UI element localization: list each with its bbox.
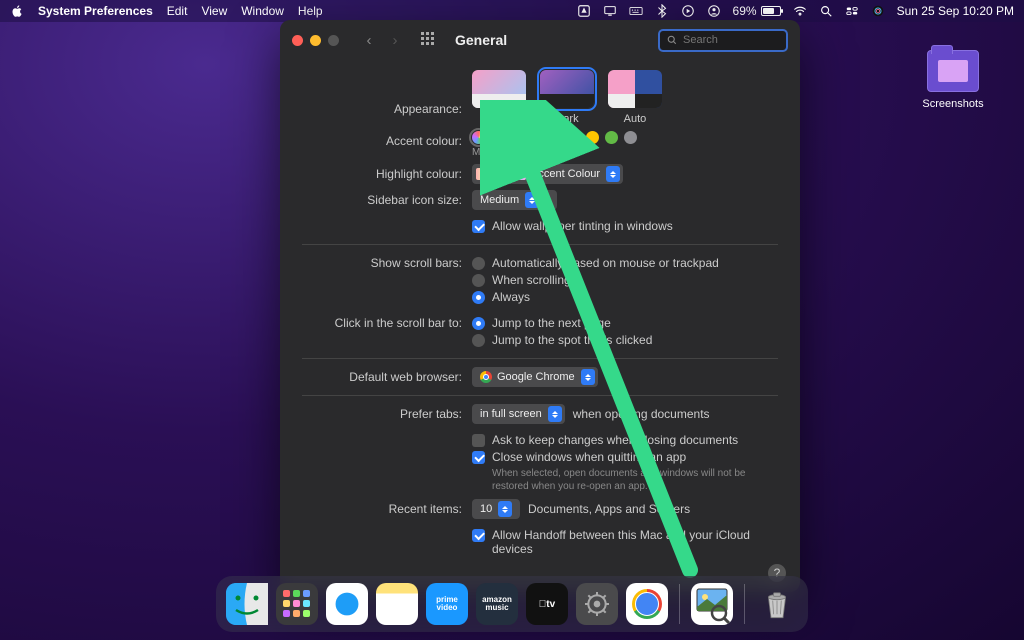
- accent-orange[interactable]: [567, 131, 580, 144]
- back-button[interactable]: ‹: [359, 31, 379, 49]
- appearance-option-auto[interactable]: Auto: [608, 70, 662, 125]
- window-title: General: [455, 32, 507, 48]
- sidebar-size-select[interactable]: Medium: [472, 190, 557, 210]
- recent-label: Recent items:: [302, 499, 472, 516]
- click-scroll-label: Click in the scroll bar to:: [302, 313, 472, 330]
- dock-prime-video[interactable]: primevideo: [426, 583, 468, 625]
- control-center-icon[interactable]: [845, 4, 859, 18]
- highlight-select[interactable]: Accent Colour: [472, 164, 623, 184]
- folder-label: Screenshots: [917, 98, 989, 110]
- scrollbars-always[interactable]: Always: [472, 290, 778, 304]
- forward-button[interactable]: ›: [385, 31, 405, 49]
- apple-menu-icon[interactable]: [10, 4, 24, 18]
- recent-select[interactable]: 10: [472, 499, 520, 519]
- accent-purple[interactable]: [510, 131, 523, 144]
- appearance-option-light[interactable]: Light: [472, 70, 526, 125]
- ask-keep-checkbox[interactable]: Ask to keep changes when closing documen…: [472, 433, 778, 447]
- tabs-label: Prefer tabs:: [302, 404, 472, 421]
- dock-preview[interactable]: [691, 583, 733, 625]
- menu-view[interactable]: View: [201, 4, 227, 18]
- accent-sublabel: Multicolour: [472, 147, 778, 158]
- dock-chrome[interactable]: [626, 583, 668, 625]
- menu-window[interactable]: Window: [241, 4, 284, 18]
- now-playing-icon[interactable]: [681, 4, 695, 18]
- dock-finder[interactable]: [226, 583, 268, 625]
- scrollbars-auto[interactable]: Automatically based on mouse or trackpad: [472, 256, 778, 270]
- siri-icon[interactable]: [871, 4, 885, 18]
- recent-suffix: Documents, Apps and Servers: [528, 502, 690, 516]
- keyboard-input-icon[interactable]: [629, 4, 643, 18]
- menubar-app-name[interactable]: System Preferences: [38, 4, 153, 18]
- bluetooth-icon[interactable]: [655, 4, 669, 18]
- wallpaper-tint-checkbox[interactable]: Allow wallpaper tinting in windows: [472, 219, 778, 233]
- desktop-folder-screenshots[interactable]: Screenshots: [917, 50, 989, 110]
- appearance-option-dark[interactable]: Dark: [540, 70, 594, 125]
- dock-trash[interactable]: [756, 583, 798, 625]
- accent-yellow[interactable]: [586, 131, 599, 144]
- browser-select[interactable]: Google Chrome: [472, 367, 598, 387]
- search-input[interactable]: [683, 34, 773, 46]
- chrome-icon: [480, 371, 492, 383]
- close-windows-checkbox[interactable]: Close windows when quitting an app: [472, 450, 778, 464]
- accent-label: Accent colour:: [302, 131, 472, 148]
- close-windows-hint: When selected, open documents and window…: [492, 467, 778, 493]
- menubar-datetime[interactable]: Sun 25 Sep 10:20 PM: [897, 4, 1014, 18]
- search-icon: [666, 34, 678, 46]
- close-button[interactable]: [292, 35, 303, 46]
- status-icon-1[interactable]: [577, 4, 591, 18]
- dock-divider: [679, 584, 680, 624]
- accent-colors: [472, 131, 778, 144]
- dock-notes[interactable]: [376, 583, 418, 625]
- search-field[interactable]: [658, 29, 788, 52]
- menubar: System Preferences Edit View Window Help…: [0, 0, 1024, 22]
- wifi-icon[interactable]: [793, 4, 807, 18]
- scrollbars-scrolling[interactable]: When scrolling: [472, 273, 778, 287]
- traffic-lights: [292, 35, 339, 46]
- browser-label: Default web browser:: [302, 367, 472, 384]
- battery-status[interactable]: 69%: [733, 4, 781, 18]
- dock-apple-tv[interactable]: tv: [526, 583, 568, 625]
- titlebar: ‹ › General: [280, 20, 800, 60]
- battery-icon: [761, 6, 781, 16]
- folder-icon: [927, 50, 979, 92]
- dock-system-settings[interactable]: [576, 583, 618, 625]
- dock-launchpad[interactable]: [276, 583, 318, 625]
- user-icon[interactable]: [707, 4, 721, 18]
- tabs-select[interactable]: in full screen: [472, 404, 565, 424]
- zoom-button[interactable]: [328, 35, 339, 46]
- sidebar-size-label: Sidebar icon size:: [302, 190, 472, 207]
- display-icon[interactable]: [603, 4, 617, 18]
- accent-red[interactable]: [548, 131, 561, 144]
- dock-divider-2: [744, 584, 745, 624]
- handoff-checkbox[interactable]: Allow Handoff between this Mac and your …: [472, 528, 778, 556]
- menu-edit[interactable]: Edit: [167, 4, 188, 18]
- accent-pink[interactable]: [529, 131, 542, 144]
- accent-multicolor[interactable]: [472, 131, 485, 144]
- dock: primevideo amazonmusic tv: [216, 576, 808, 632]
- accent-blue[interactable]: [491, 131, 504, 144]
- accent-green[interactable]: [605, 131, 618, 144]
- show-all-button[interactable]: [421, 32, 437, 48]
- menu-help[interactable]: Help: [298, 4, 323, 18]
- click-scroll-nextpage[interactable]: Jump to the next page: [472, 316, 778, 330]
- minimize-button[interactable]: [310, 35, 321, 46]
- battery-percent: 69%: [733, 4, 757, 18]
- scrollbars-label: Show scroll bars:: [302, 253, 472, 270]
- dock-safari[interactable]: [326, 583, 368, 625]
- appearance-label: Appearance:: [302, 70, 472, 116]
- dock-amazon-music[interactable]: amazonmusic: [476, 583, 518, 625]
- accent-graphite[interactable]: [624, 131, 637, 144]
- click-scroll-spot[interactable]: Jump to the spot that's clicked: [472, 333, 778, 347]
- spotlight-icon[interactable]: [819, 4, 833, 18]
- preferences-window: ‹ › General Appearance: Light Dark Auto …: [280, 20, 800, 592]
- tabs-suffix: when opening documents: [573, 407, 710, 421]
- highlight-label: Highlight colour:: [302, 164, 472, 181]
